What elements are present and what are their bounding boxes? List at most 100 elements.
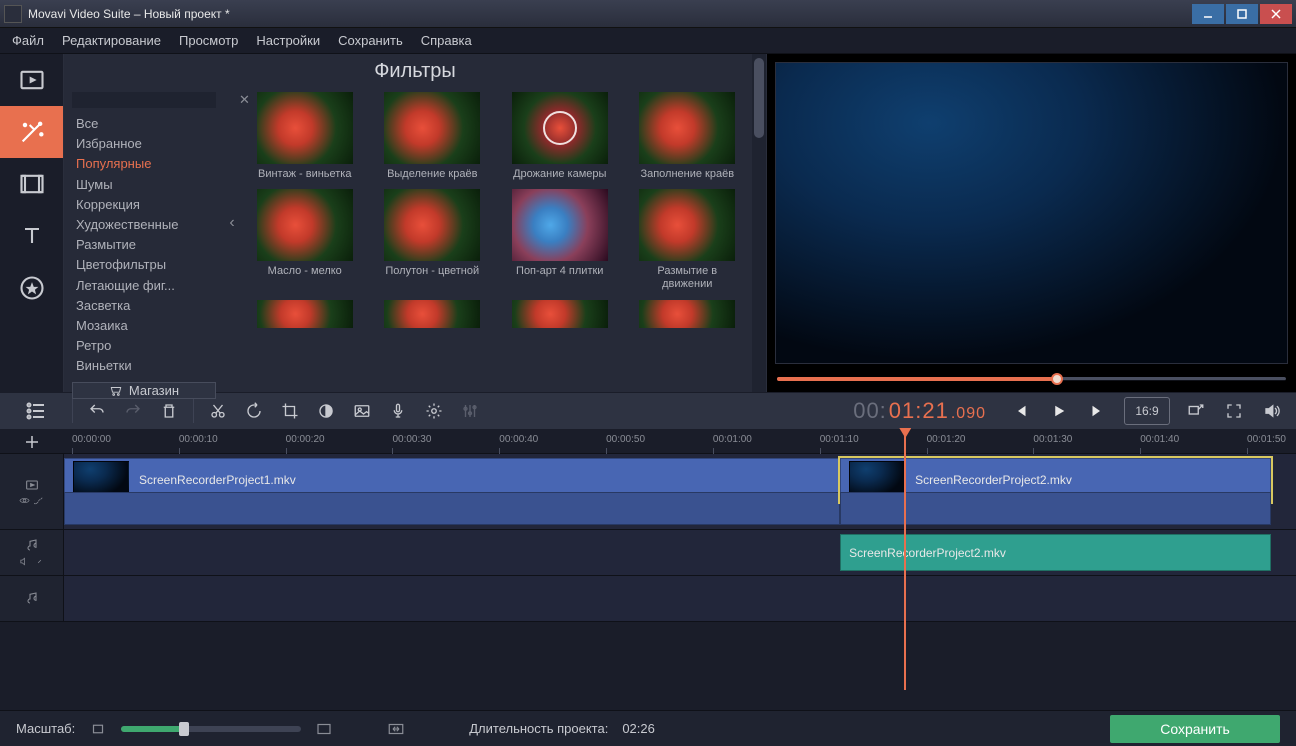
play-button[interactable]	[1042, 396, 1076, 426]
filter-thumb[interactable]: Дрожание камеры	[503, 92, 617, 181]
linked-audio-track-head[interactable]	[0, 530, 64, 575]
menu-edit[interactable]: Редактирование	[62, 33, 161, 48]
track-list-toggle[interactable]	[8, 399, 64, 423]
category-item[interactable]: Популярные	[72, 154, 216, 174]
filter-thumb[interactable]: Винтаж - виньетка	[248, 92, 362, 181]
zoom-slider[interactable]	[121, 726, 301, 732]
category-item[interactable]: Художественные	[72, 215, 216, 235]
filter-thumb[interactable]	[631, 300, 745, 328]
fullscreen-button[interactable]	[1218, 397, 1250, 425]
clip-video-1-audio[interactable]	[64, 492, 840, 526]
save-button[interactable]: Сохранить	[1110, 715, 1280, 743]
aspect-ratio-button[interactable]: 16:9	[1124, 397, 1170, 425]
category-item[interactable]: Летающие фиг...	[72, 276, 216, 296]
search-input[interactable]	[76, 93, 239, 107]
filter-thumb[interactable]	[503, 300, 617, 328]
preview-progress-slider[interactable]	[777, 370, 1286, 388]
preview-canvas[interactable]	[775, 62, 1288, 364]
rotate-button[interactable]	[238, 397, 270, 425]
category-item[interactable]: Избранное	[72, 134, 216, 154]
menu-help[interactable]: Справка	[421, 33, 472, 48]
eye-icon	[19, 495, 30, 506]
linked-audio-track-lane[interactable]: ScreenRecorderProject2.mkv	[64, 530, 1296, 575]
status-bar: Масштаб: Длительность проекта: 02:26 Сох…	[0, 710, 1296, 746]
audio-track-lane[interactable]	[64, 576, 1296, 621]
voiceover-button[interactable]	[382, 397, 414, 425]
category-item[interactable]: Засветка	[72, 296, 216, 316]
filter-thumb[interactable]	[376, 300, 490, 328]
menu-settings[interactable]: Настройки	[256, 33, 320, 48]
thumb-image	[384, 92, 480, 164]
window-close-button[interactable]	[1260, 4, 1292, 24]
menu-save[interactable]: Сохранить	[338, 33, 403, 48]
playhead[interactable]	[904, 430, 906, 690]
window-maximize-button[interactable]	[1226, 4, 1258, 24]
next-frame-button[interactable]	[1080, 396, 1114, 426]
zoom-out-icon[interactable]	[89, 720, 107, 738]
ruler-tick: 00:01:30	[1033, 434, 1072, 445]
category-item[interactable]: Коррекция	[72, 195, 216, 215]
clip-label: ScreenRecorderProject2.mkv	[849, 546, 1006, 560]
category-item[interactable]: Ретро	[72, 336, 216, 356]
delete-button[interactable]	[153, 397, 185, 425]
preview-panel: ?	[766, 54, 1296, 392]
timecode-display: 00: 01:21 .090	[853, 398, 986, 424]
cart-icon	[109, 384, 123, 398]
thumb-label: Дрожание камеры	[513, 168, 606, 181]
image-button[interactable]	[346, 397, 378, 425]
color-adjust-button[interactable]	[310, 397, 342, 425]
browser-scrollbar[interactable]	[752, 54, 766, 392]
video-track-lane[interactable]: ScreenRecorderProject1.mkv ScreenRecorde…	[64, 454, 1296, 529]
window-title: Movavi Video Suite – Новый проект *	[28, 7, 1192, 21]
window-minimize-button[interactable]	[1192, 4, 1224, 24]
tool-stickers[interactable]	[0, 262, 63, 314]
category-item[interactable]: Цветофильтры	[72, 255, 216, 275]
video-track-head[interactable]	[0, 454, 64, 529]
filter-thumb[interactable]: Полутон - цветной	[376, 189, 490, 291]
crop-button[interactable]	[274, 397, 306, 425]
zoom-label: Масштаб:	[16, 721, 75, 736]
volume-button[interactable]	[1256, 397, 1288, 425]
tool-media[interactable]	[0, 54, 63, 106]
ruler-tick: 00:01:20	[927, 434, 966, 445]
audio-track-head[interactable]	[0, 576, 64, 621]
menu-file[interactable]: Файл	[12, 33, 44, 48]
shop-button[interactable]: Магазин	[72, 382, 216, 399]
category-item[interactable]: Виньетки	[72, 356, 216, 376]
equalizer-button[interactable]	[454, 397, 486, 425]
detach-preview-button[interactable]	[1180, 397, 1212, 425]
thumb-image	[384, 189, 480, 261]
menu-view[interactable]: Просмотр	[179, 33, 238, 48]
left-tool-strip	[0, 54, 64, 392]
filter-thumb[interactable]	[248, 300, 362, 328]
timecode-ms: .090	[951, 405, 986, 423]
undo-button[interactable]	[81, 397, 113, 425]
cut-button[interactable]	[202, 397, 234, 425]
clip-properties-button[interactable]	[418, 397, 450, 425]
category-item[interactable]: Мозаика	[72, 316, 216, 336]
collapse-categories-handle[interactable]: ‹	[224, 54, 240, 392]
link-icon	[34, 556, 45, 567]
filter-browser: Фильтры ✕ ВсеИзбранноеПопулярныеШумыКорр…	[64, 54, 766, 392]
filter-thumb[interactable]: Заполнение краёв	[631, 92, 745, 181]
zoom-in-icon[interactable]	[315, 720, 333, 738]
category-item[interactable]: Шумы	[72, 175, 216, 195]
category-item[interactable]: Размытие	[72, 235, 216, 255]
ruler-tick: 00:00:20	[286, 434, 325, 445]
tool-transitions[interactable]	[0, 158, 63, 210]
filter-thumb[interactable]: Поп-арт 4 плитки	[503, 189, 617, 291]
redo-button[interactable]	[117, 397, 149, 425]
add-track-button[interactable]	[0, 430, 64, 453]
category-item[interactable]: Все	[72, 114, 216, 134]
ruler-tick: 00:01:00	[713, 434, 752, 445]
timeline-ruler[interactable]: 00:00:0000:00:1000:00:2000:00:3000:00:40…	[0, 430, 1296, 454]
thumb-label: Размытие в движении	[637, 265, 737, 291]
filter-thumb[interactable]: Масло - мелко	[248, 189, 362, 291]
fit-timeline-icon[interactable]	[387, 720, 405, 738]
tool-filters[interactable]	[0, 106, 63, 158]
filter-thumb[interactable]: Размытие в движении	[631, 189, 745, 291]
tool-titles[interactable]	[0, 210, 63, 262]
prev-frame-button[interactable]	[1004, 396, 1038, 426]
thumb-image	[639, 189, 735, 261]
filter-thumb[interactable]: Выделение краёв	[376, 92, 490, 181]
